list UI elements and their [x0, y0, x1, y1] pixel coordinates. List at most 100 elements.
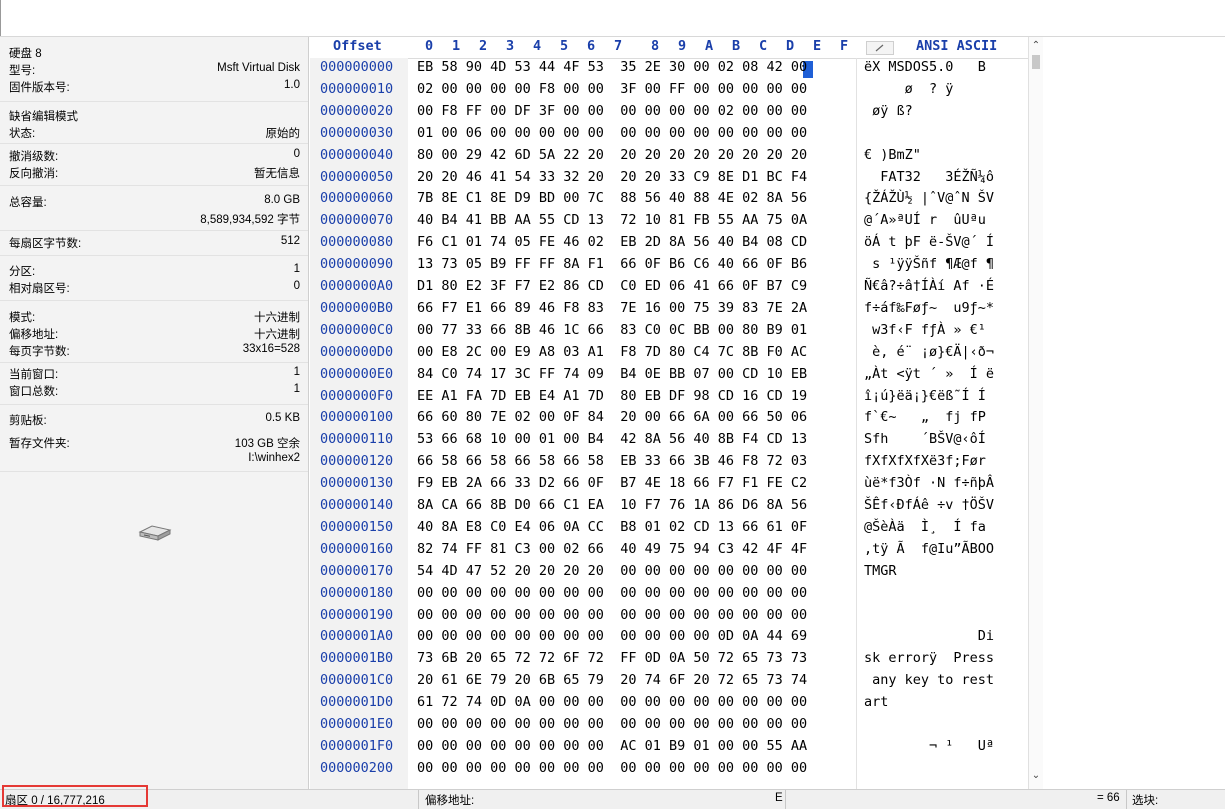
row-ascii[interactable]: f÷áf‰Føƒ~ u9ƒ~*: [864, 300, 994, 316]
row-ascii[interactable]: ùë*f3Òf ·N f÷ñþÂ: [864, 475, 994, 491]
row-ascii[interactable]: [864, 585, 994, 601]
row-hex-bytes[interactable]: 00 00 00 00 00 00 00 00 00 00 00 00 0D 0…: [417, 628, 807, 644]
row-hex-bytes[interactable]: 54 4D 47 52 20 20 20 20 00 00 00 00 00 0…: [417, 563, 807, 579]
row-ascii[interactable]: s ¹ÿÿŠñf ¶Æ@f ¶: [864, 256, 994, 272]
relative-sector-label: 相对扇区号:: [9, 283, 70, 295]
offset-header: Offset: [333, 38, 382, 54]
row-hex-bytes[interactable]: 53 66 68 10 00 01 00 B4 42 8A 56 40 8B F…: [417, 431, 807, 447]
status-offset-value: E: [775, 792, 783, 804]
row-offset: 0000000D0: [320, 344, 394, 360]
top-toolbar: [0, 0, 1225, 37]
status-divider: [785, 790, 786, 809]
row-hex-bytes[interactable]: 01 00 06 00 00 00 00 00 00 00 00 00 00 0…: [417, 125, 807, 141]
row-ascii[interactable]: Di: [864, 628, 994, 644]
row-ascii[interactable]: [864, 760, 994, 776]
row-hex-bytes[interactable]: 00 00 00 00 00 00 00 00 00 00 00 00 00 0…: [417, 760, 807, 776]
row-offset: 000000200: [320, 760, 394, 776]
row-hex-bytes[interactable]: 40 B4 41 BB AA 55 CD 13 72 10 81 FB 55 A…: [417, 212, 807, 228]
reverse-undo-row: 反向撤消: 暂无信息: [9, 165, 300, 181]
row-hex-bytes[interactable]: 66 58 66 58 66 58 66 58 EB 33 66 3B 46 F…: [417, 453, 807, 469]
row-hex-bytes[interactable]: EE A1 FA 7D EB E4 A1 7D 80 EB DF 98 CD 1…: [417, 388, 807, 404]
status-divider: [418, 790, 419, 809]
row-ascii[interactable]: @´A»ªUÍ r ûUªu: [864, 212, 994, 228]
row-hex-bytes[interactable]: 66 60 80 7E 02 00 0F 84 20 00 66 6A 00 6…: [417, 409, 807, 425]
row-ascii[interactable]: è, é¨ ¡ø}€Ä|‹ð¬: [864, 344, 994, 360]
row-ascii[interactable]: FAT32 3ÉŽÑ¼ô: [864, 169, 994, 185]
offset-row: 偏移地址: 十六进制: [9, 326, 300, 342]
row-hex-bytes[interactable]: 73 6B 20 65 72 72 6F 72 FF 0D 0A 50 72 6…: [417, 650, 807, 666]
row-ascii[interactable]: ø ? ÿ: [864, 81, 994, 97]
status-bar: 扇区 0 / 16,777,216 偏移地址: E = 66 选块:: [0, 789, 1225, 809]
row-hex-bytes[interactable]: 61 72 74 0D 0A 00 00 00 00 00 00 00 00 0…: [417, 694, 807, 710]
row-ascii[interactable]: f`€~ „ fj fP: [864, 409, 994, 425]
row-ascii[interactable]: {ŽÁŽÙ½ |ˆV@ˆN ŠV: [864, 190, 994, 206]
row-hex-bytes[interactable]: 00 E8 2C 00 E9 A8 03 A1 F8 7D 80 C4 7C 8…: [417, 344, 807, 360]
row-ascii[interactable]: ‚tÿ Ã f@Iu”ÃBOO: [864, 541, 994, 557]
row-ascii[interactable]: any key to rest: [864, 672, 994, 688]
row-ascii[interactable]: î¡ú}ëä¡}€ëß˜Í Í: [864, 388, 994, 404]
row-offset: 0000001F0: [320, 738, 394, 754]
row-offset: 0000000A0: [320, 278, 394, 294]
row-hex-bytes[interactable]: 8A CA 66 8B D0 66 C1 EA 10 F7 76 1A 86 D…: [417, 497, 807, 513]
row-offset: 0000001D0: [320, 694, 394, 710]
row-ascii[interactable]: TMGR: [864, 563, 994, 579]
row-hex-bytes[interactable]: 80 00 29 42 6D 5A 22 20 20 20 20 20 20 2…: [417, 147, 807, 163]
row-hex-bytes[interactable]: F9 EB 2A 66 33 D2 66 0F B7 4E 18 66 F7 F…: [417, 475, 807, 491]
model-value: Msft Virtual Disk: [217, 62, 300, 74]
row-ascii[interactable]: ëX MSDOS5.0 B: [864, 59, 994, 75]
row-ascii[interactable]: w3f‹F fƒÀ » €¹: [864, 322, 994, 338]
row-hex-bytes[interactable]: 20 61 6E 79 20 6B 65 79 20 74 6F 20 72 6…: [417, 672, 807, 688]
scroll-up-icon[interactable]: ⌃: [1029, 39, 1043, 53]
partition-value: 1: [293, 263, 300, 275]
row-hex-bytes[interactable]: 66 F7 E1 66 89 46 F8 83 7E 16 00 75 39 8…: [417, 300, 807, 316]
row-ascii[interactable]: øÿ ß?: [864, 103, 994, 119]
toolbar-edge: [0, 0, 1, 36]
scroll-thumb[interactable]: [1032, 55, 1040, 69]
row-ascii[interactable]: art: [864, 694, 994, 710]
row-hex-bytes[interactable]: 7B 8E C1 8E D9 BD 00 7C 88 56 40 88 4E 0…: [417, 190, 807, 206]
row-hex-bytes[interactable]: 84 C0 74 17 3C FF 74 09 B4 0E BB 07 00 C…: [417, 366, 807, 382]
row-ascii[interactable]: Ñ€â?÷â†ÍÀí Af ·É: [864, 278, 994, 294]
partition-label: 分区:: [9, 266, 36, 278]
row-ascii[interactable]: @ŠèÀä Ì¸ Í fa: [864, 519, 994, 535]
row-hex-bytes[interactable]: 02 00 00 00 00 F8 00 00 3F 00 FF 00 00 0…: [417, 81, 807, 97]
charset-toggle-icon[interactable]: [866, 41, 894, 55]
row-ascii[interactable]: „Àt <ÿt ´ » Í ë: [864, 366, 994, 382]
row-hex-bytes[interactable]: 00 00 00 00 00 00 00 00 00 00 00 00 00 0…: [417, 585, 807, 601]
row-hex-bytes[interactable]: 00 F8 FF 00 DF 3F 00 00 00 00 00 00 02 0…: [417, 103, 807, 119]
row-hex-bytes[interactable]: 82 74 FF 81 C3 00 02 66 40 49 75 94 C3 4…: [417, 541, 807, 557]
row-ascii[interactable]: ¬ ¹ Uª: [864, 738, 994, 754]
col-header: 5: [560, 38, 569, 54]
row-hex-bytes[interactable]: 00 77 33 66 8B 46 1C 66 83 C0 0C BB 00 8…: [417, 322, 807, 338]
row-ascii[interactable]: [864, 607, 994, 623]
row-ascii[interactable]: Sfh ´BŠV@‹ôÍ: [864, 431, 994, 447]
row-hex-bytes[interactable]: 40 8A E8 C0 E4 06 0A CC B8 01 02 CD 13 6…: [417, 519, 807, 535]
row-offset: 0000001A0: [320, 628, 394, 644]
hex-editor[interactable]: Offset 0 1 2 3 4 5 6 7 8 9 A B C D E F A…: [310, 37, 1028, 789]
scroll-down-icon[interactable]: ⌄: [1029, 769, 1043, 783]
row-hex-bytes[interactable]: F6 C1 01 74 05 FE 46 02 EB 2D 8A 56 40 B…: [417, 234, 807, 250]
divider: [0, 300, 308, 301]
row-ascii[interactable]: ŠÊf‹ÐfÁê ÷v †ÖŠV: [864, 497, 994, 513]
row-ascii[interactable]: € )BmZ": [864, 147, 994, 163]
divider: [0, 362, 308, 363]
row-hex-bytes[interactable]: D1 80 E2 3F F7 E2 86 CD C0 ED 06 41 66 0…: [417, 278, 807, 294]
row-ascii[interactable]: [864, 125, 994, 141]
row-ascii[interactable]: [864, 716, 994, 732]
offset-label: 偏移地址:: [9, 329, 59, 341]
row-hex-bytes[interactable]: 13 73 05 B9 FF FF 8A F1 66 0F B6 C6 40 6…: [417, 256, 807, 272]
row-ascii[interactable]: öÁ t þF ë-ŠV@´ Í: [864, 234, 994, 250]
row-ascii[interactable]: sk errorÿ Press: [864, 650, 994, 666]
row-hex-bytes[interactable]: 00 00 00 00 00 00 00 00 00 00 00 00 00 0…: [417, 607, 807, 623]
mode-value: 十六进制: [254, 312, 300, 324]
row-hex-bytes[interactable]: EB 58 90 4D 53 44 4F 53 35 2E 30 00 02 0…: [417, 59, 807, 75]
row-offset: 000000110: [320, 431, 394, 447]
col-header: C: [759, 38, 768, 54]
row-hex-bytes[interactable]: 00 00 00 00 00 00 00 00 00 00 00 00 00 0…: [417, 716, 807, 732]
row-ascii[interactable]: fXfXfXfXë3f;Før: [864, 453, 994, 469]
vertical-scrollbar[interactable]: ⌃ ⌄: [1028, 37, 1043, 789]
row-hex-bytes[interactable]: 00 00 00 00 00 00 00 00 AC 01 B9 01 00 0…: [417, 738, 807, 754]
temp-folder-path-row: I:\winhex2: [9, 452, 300, 468]
row-hex-bytes[interactable]: 20 20 46 41 54 33 32 20 20 20 33 C9 8E D…: [417, 169, 807, 185]
window-total-row: 窗口总数: 1: [9, 383, 300, 399]
